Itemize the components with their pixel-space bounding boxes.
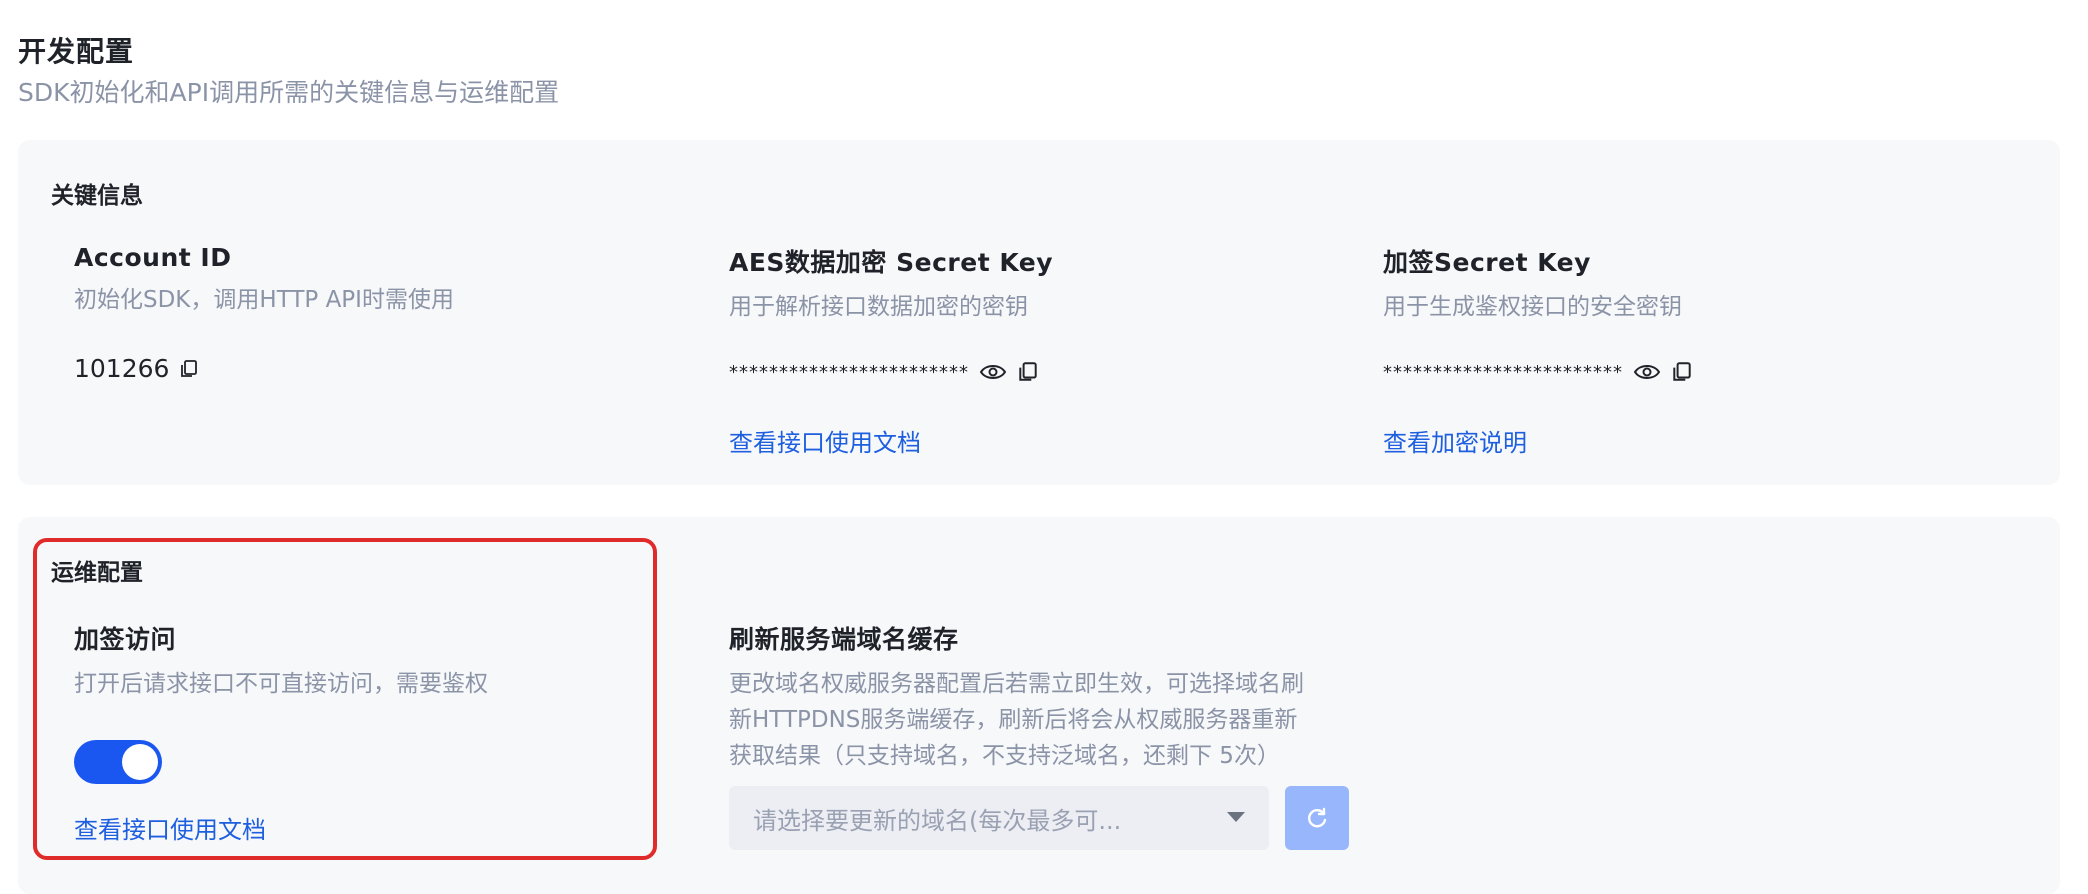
copy-icon[interactable] xyxy=(179,359,199,379)
toggle-knob xyxy=(122,744,158,780)
aes-api-doc-link[interactable]: 查看接口使用文档 xyxy=(729,423,921,458)
sign-key-masked-value: ************************ xyxy=(1383,361,1623,383)
page: 开发配置 SDK初始化和API调用所需的关键信息与运维配置 关键信息 Accou… xyxy=(0,0,2088,894)
eye-icon[interactable] xyxy=(979,362,1007,382)
refresh-cache-desc-line: 新HTTPDNS服务端缓存，刷新后将会从权威服务器重新 xyxy=(729,707,1298,733)
refresh-cache-desc-line: 更改域名权威服务器配置后若需立即生效，可选择域名刷 xyxy=(729,671,1304,697)
aes-key-label: AES数据加密 Secret Key xyxy=(729,248,1054,277)
refresh-cache-section: 刷新服务端域名缓存 更改域名权威服务器配置后若需立即生效，可选择域名刷 新HTT… xyxy=(729,620,1349,850)
account-id-section: Account ID 初始化SDK，调用HTTP API时需使用 101266 xyxy=(74,243,454,383)
key-info-title: 关键信息 xyxy=(51,183,143,209)
copy-icon[interactable] xyxy=(1017,361,1039,383)
page-subtitle: SDK初始化和API调用所需的关键信息与运维配置 xyxy=(18,78,560,107)
aes-key-masked-value: ************************ xyxy=(729,361,969,383)
ops-config-card: 运维配置 加签访问 打开后请求接口不可直接访问，需要鉴权 查看接口使用文档 刷新… xyxy=(18,517,2060,894)
refresh-cache-desc: 更改域名权威服务器配置后若需立即生效，可选择域名刷 新HTTPDNS服务端缓存，… xyxy=(729,666,1349,774)
encryption-doc-link[interactable]: 查看加密说明 xyxy=(1383,423,1527,458)
signed-access-section: 加签访问 打开后请求接口不可直接访问，需要鉴权 查看接口使用文档 xyxy=(74,620,488,845)
sign-key-section: 加签Secret Key 用于生成鉴权接口的安全密钥 *************… xyxy=(1383,243,1693,458)
signed-access-doc-link[interactable]: 查看接口使用文档 xyxy=(74,810,266,845)
account-id-value-row: 101266 xyxy=(74,354,454,383)
refresh-icon xyxy=(1304,805,1330,831)
sign-key-value-row: ************************ xyxy=(1383,361,1693,383)
refresh-cache-desc-line: 获取结果（只支持域名，不支持泛域名，还剩下 5次） xyxy=(729,743,1280,769)
domain-select-placeholder: 请选择要更新的域名(每次最多可... xyxy=(753,806,1122,835)
account-id-label: Account ID xyxy=(74,243,232,272)
signed-access-desc: 打开后请求接口不可直接访问，需要鉴权 xyxy=(74,671,488,697)
page-title: 开发配置 xyxy=(18,35,135,68)
refresh-cache-label: 刷新服务端域名缓存 xyxy=(729,625,959,654)
ops-config-title: 运维配置 xyxy=(51,560,143,586)
eye-icon[interactable] xyxy=(1633,362,1661,382)
aes-key-section: AES数据加密 Secret Key 用于解析接口数据加密的密钥 *******… xyxy=(729,243,1053,458)
account-id-value: 101266 xyxy=(74,354,170,383)
caret-down-icon xyxy=(1227,812,1245,822)
domain-select[interactable]: 请选择要更新的域名(每次最多可... xyxy=(729,786,1269,850)
signed-access-toggle[interactable] xyxy=(74,740,162,784)
account-id-desc: 初始化SDK，调用HTTP API时需使用 xyxy=(74,287,454,313)
aes-key-value-row: ************************ xyxy=(729,361,1053,383)
sign-key-label: 加签Secret Key xyxy=(1383,248,1591,277)
refresh-controls: 请选择要更新的域名(每次最多可... xyxy=(729,786,1349,850)
sign-key-desc: 用于生成鉴权接口的安全密钥 xyxy=(1383,294,1682,320)
refresh-button[interactable] xyxy=(1285,786,1349,850)
signed-access-label: 加签访问 xyxy=(74,625,177,654)
copy-icon[interactable] xyxy=(1671,361,1693,383)
key-info-card: 关键信息 Account ID 初始化SDK，调用HTTP API时需使用 10… xyxy=(18,140,2060,485)
aes-key-desc: 用于解析接口数据加密的密钥 xyxy=(729,294,1028,320)
